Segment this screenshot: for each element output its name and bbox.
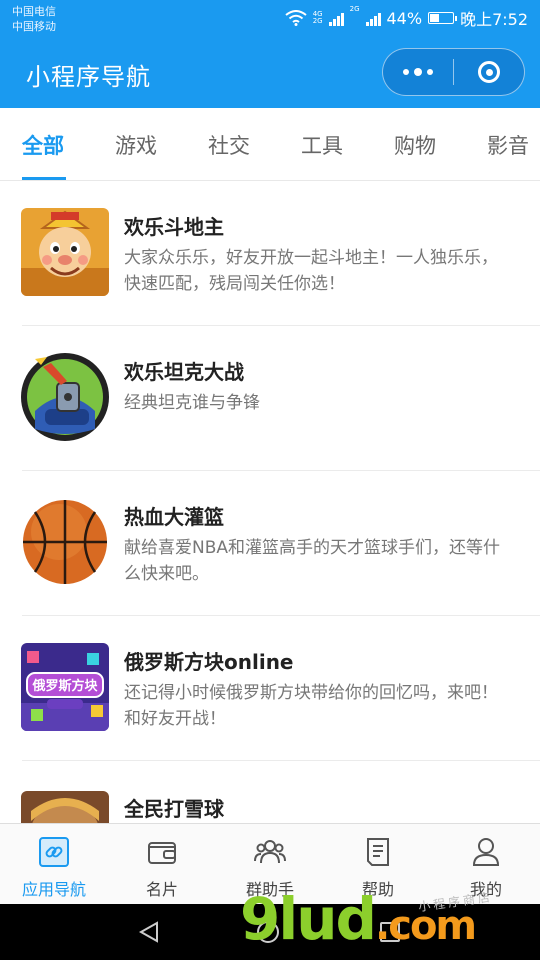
signal-icon-2 bbox=[365, 10, 381, 26]
category-tabs: 全部 游戏 社交 工具 购物 影音 bbox=[0, 108, 540, 181]
list-item[interactable]: 欢乐斗地主 大家众乐乐，好友开放一起斗地主！一人独乐乐，快速匹配，残局闯关任你选… bbox=[0, 181, 540, 326]
more-dot-icon bbox=[414, 68, 422, 76]
list-item[interactable]: 全民打雪球 bbox=[0, 761, 540, 823]
tabbar-label: 名片 bbox=[145, 880, 178, 899]
list-item[interactable]: 俄罗斯方块 俄罗斯方块online 还记得小时候俄罗斯方块带给你的回忆吗，来吧！… bbox=[0, 616, 540, 761]
more-button[interactable] bbox=[383, 49, 453, 95]
battery-percent: 44% bbox=[386, 8, 423, 28]
watermark-main: 9lud bbox=[240, 885, 377, 953]
list-item[interactable]: 热血大灌篮 献给喜爱NBA和灌篮高手的天才篮球手们，还等什么快来吧。 bbox=[0, 471, 540, 616]
network-label-2: 2G bbox=[312, 17, 323, 25]
app-name: 欢乐坦克大战 bbox=[124, 360, 244, 384]
group-icon bbox=[254, 840, 286, 864]
wifi-icon bbox=[285, 10, 307, 26]
network-type: 4G 2G bbox=[313, 11, 323, 25]
snowball-icon bbox=[21, 791, 109, 823]
tab-tools[interactable]: 工具 bbox=[301, 130, 343, 160]
carrier-2: 中国移动 bbox=[12, 20, 56, 33]
tabbar-item-card[interactable]: 名片 bbox=[108, 824, 216, 905]
app-description: 还记得小时候俄罗斯方块带给你的回忆吗，来吧！和好友开战！ bbox=[124, 683, 498, 729]
basketball-icon bbox=[21, 498, 109, 586]
capsule-menu bbox=[382, 48, 525, 96]
tetris-logo-text: 俄罗斯方块 bbox=[31, 678, 98, 694]
network-label-3: 2G bbox=[349, 5, 360, 13]
app-name: 热血大灌篮 bbox=[124, 505, 224, 529]
tab-social[interactable]: 社交 bbox=[208, 130, 250, 160]
close-miniprogram-button[interactable] bbox=[454, 49, 524, 95]
tank-icon bbox=[21, 353, 109, 441]
tab-shopping[interactable]: 购物 bbox=[394, 130, 436, 160]
signal-icon-1 bbox=[328, 10, 344, 26]
app-list: 欢乐斗地主 大家众乐乐，好友开放一起斗地主！一人独乐乐，快速匹配，残局闯关任你选… bbox=[0, 181, 540, 823]
app-description: 经典坦克谁与争锋 bbox=[124, 393, 260, 413]
back-icon[interactable] bbox=[138, 921, 160, 943]
app-name: 欢乐斗地主 bbox=[124, 215, 224, 239]
status-icons: 4G 2G 2G 44% 晚上7:52 bbox=[285, 6, 528, 30]
top-bar: 中国电信 中国移动 4G 2G 2G 44% 晚上7:52 小程序导航 bbox=[0, 0, 540, 108]
tab-games[interactable]: 游戏 bbox=[115, 130, 157, 160]
more-dot-icon bbox=[427, 69, 433, 75]
document-icon bbox=[367, 838, 389, 866]
link-icon bbox=[39, 837, 69, 867]
doudizhu-icon bbox=[21, 208, 109, 296]
more-dot-icon bbox=[403, 69, 409, 75]
clock: 晚上7:52 bbox=[460, 10, 528, 29]
app-description: 大家众乐乐，好友开放一起斗地主！一人独乐乐，快速匹配，残局闯关任你选！ bbox=[124, 248, 498, 294]
status-bar: 中国电信 中国移动 4G 2G 2G 44% 晚上7:52 bbox=[0, 0, 540, 38]
active-tab-indicator bbox=[22, 177, 66, 180]
target-icon bbox=[478, 61, 500, 83]
list-item[interactable]: 欢乐坦克大战 经典坦克谁与争锋 bbox=[0, 326, 540, 471]
tab-all[interactable]: 全部 bbox=[22, 130, 64, 160]
user-icon bbox=[472, 838, 500, 866]
carrier-info: 中国电信 中国移动 bbox=[12, 4, 56, 34]
app-name: 全民打雪球 bbox=[124, 797, 224, 821]
page-title: 小程序导航 bbox=[26, 63, 151, 91]
carrier-1: 中国电信 bbox=[12, 5, 56, 18]
tab-media[interactable]: 影音 bbox=[487, 130, 529, 160]
tetris-icon: 俄罗斯方块 bbox=[21, 643, 109, 731]
wallet-icon bbox=[148, 842, 176, 864]
app-name: 俄罗斯方块online bbox=[124, 650, 294, 674]
tabbar-item-app-nav[interactable]: 应用导航 bbox=[0, 824, 108, 905]
app-description: 献给喜爱NBA和灌篮高手的天才篮球手们，还等什么快来吧。 bbox=[124, 538, 501, 584]
tabbar-label: 应用导航 bbox=[21, 880, 86, 899]
battery-icon bbox=[428, 12, 458, 24]
